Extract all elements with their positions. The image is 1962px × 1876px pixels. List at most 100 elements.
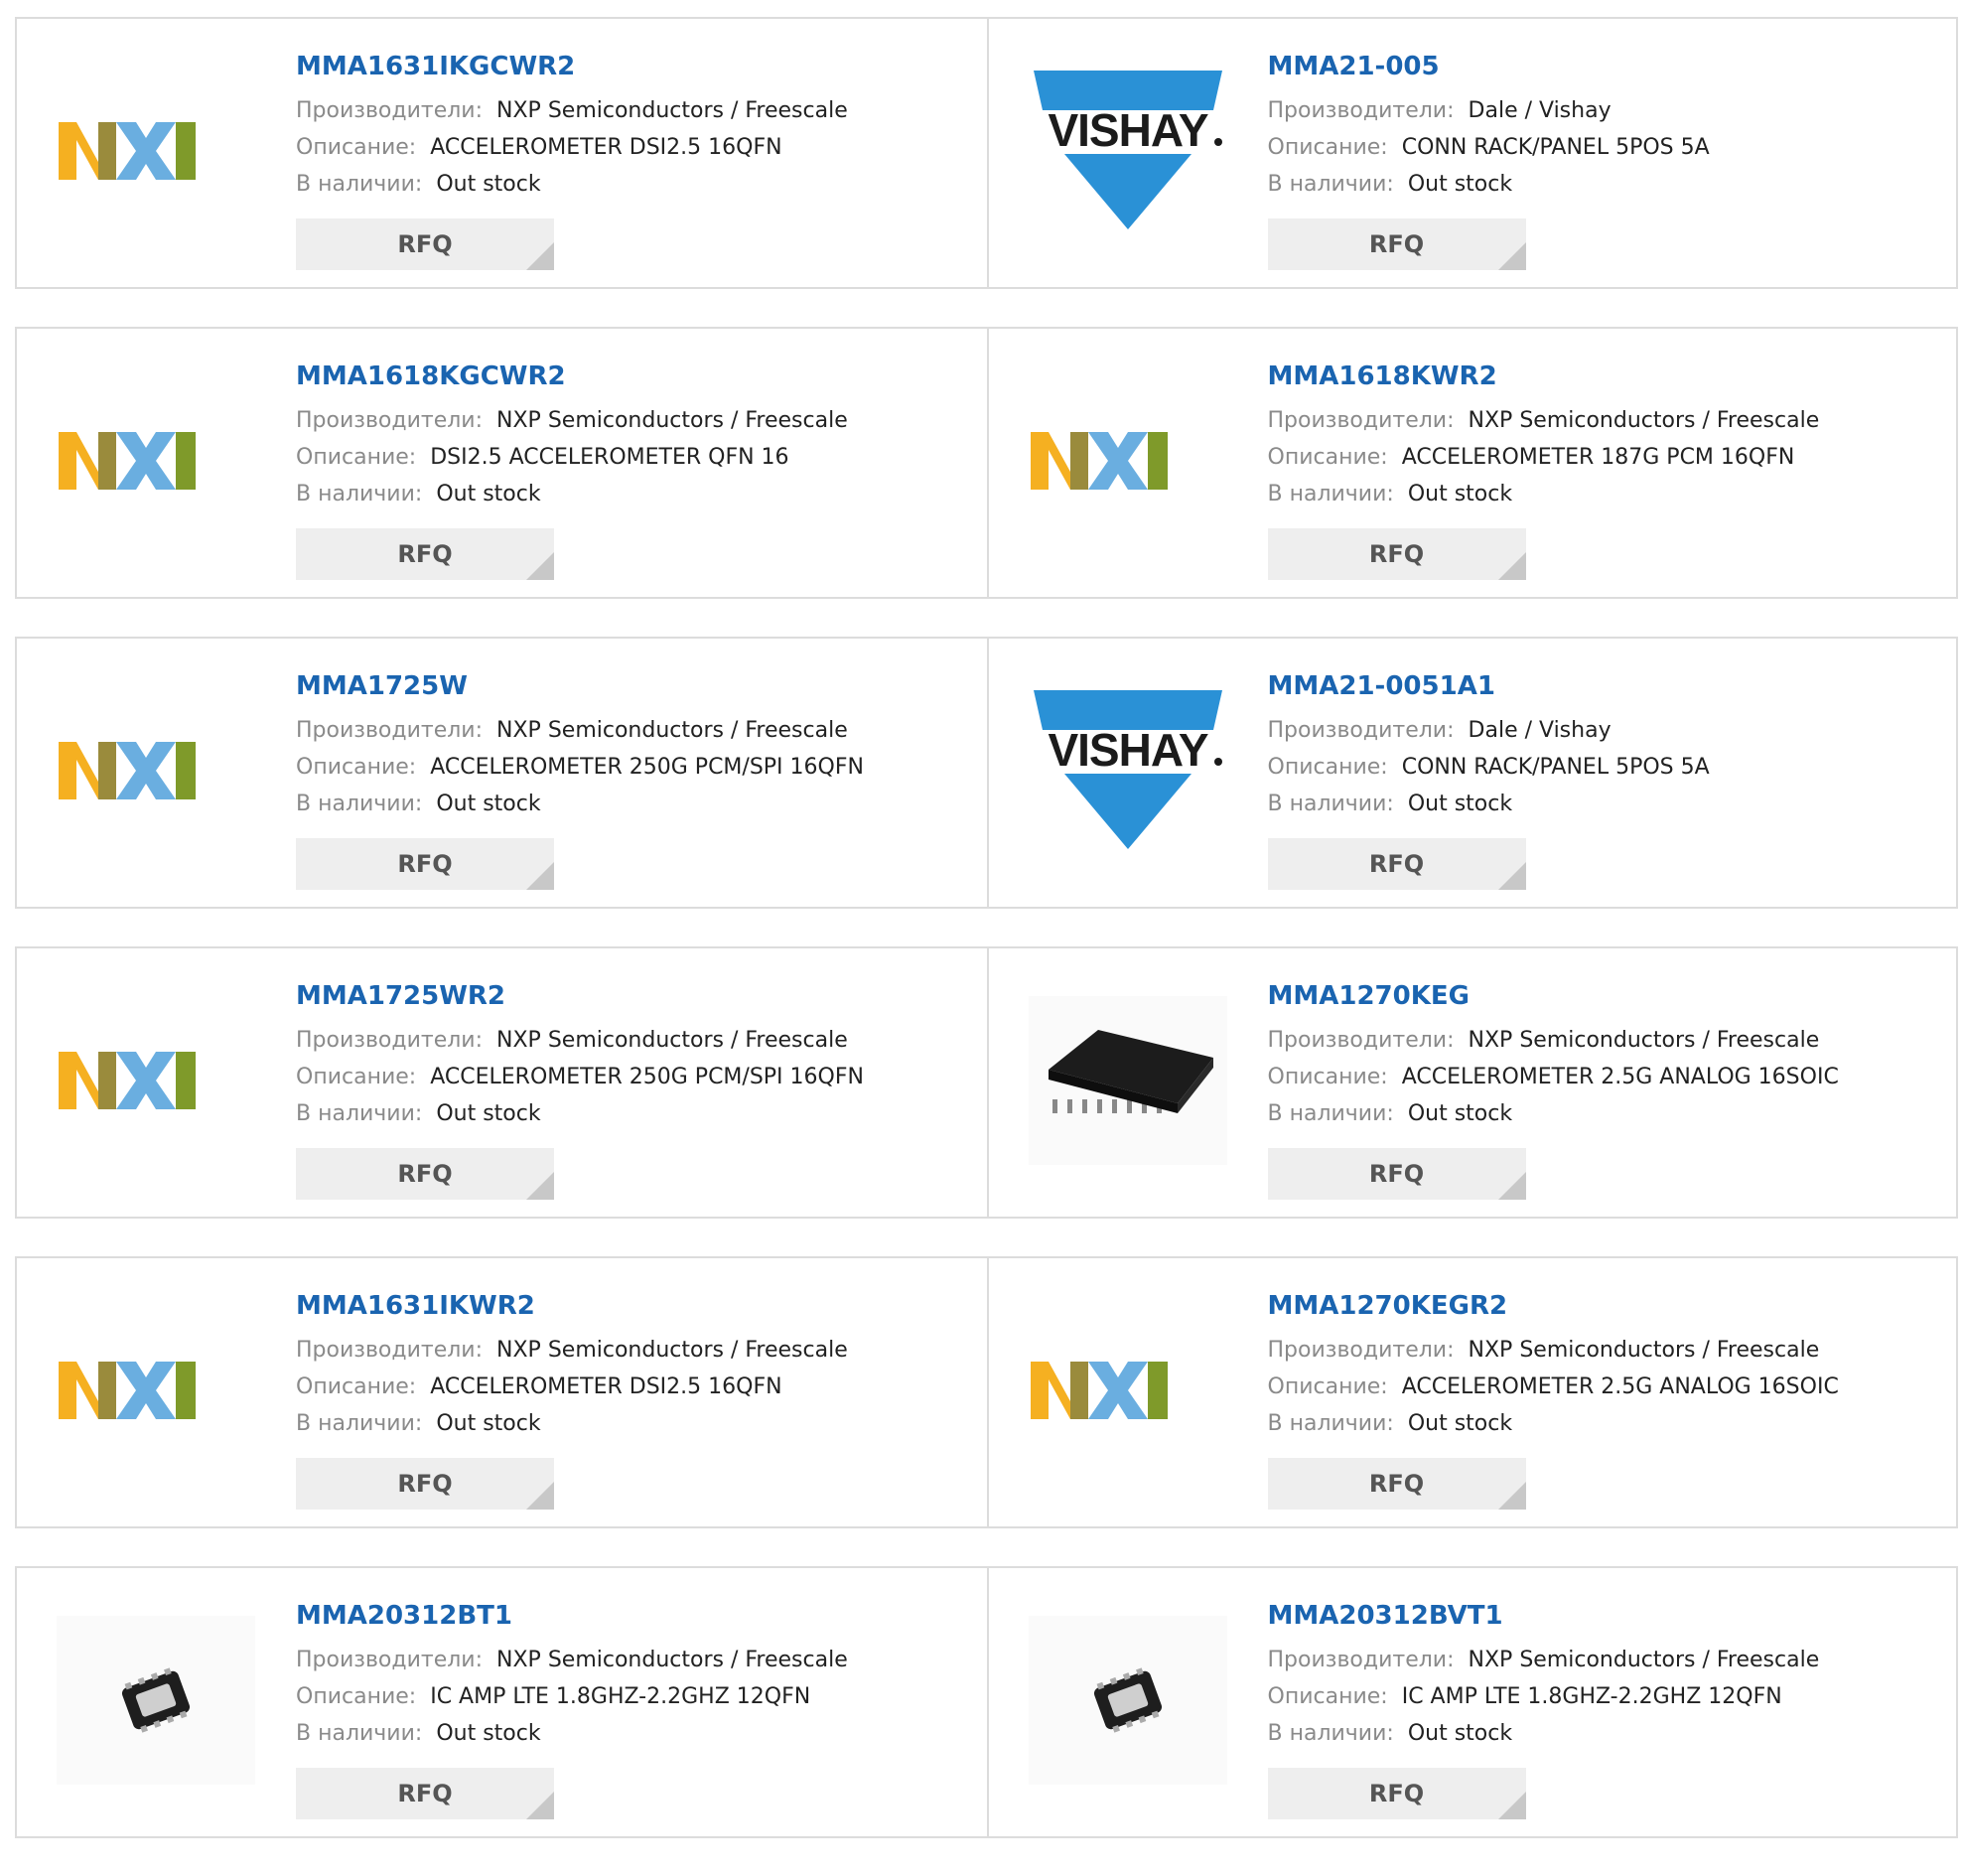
product-image[interactable] [1028,996,1227,1165]
manufacturer-label: Производители: [1267,718,1455,743]
stock-line: В наличии: Out stock [296,1715,977,1752]
manufacturer-logo[interactable] [57,376,255,545]
description-line: Описание: ACCELEROMETER 2.5G ANALOG 16SOI… [1268,1369,1947,1405]
stock-line: В наличии: Out stock [296,1095,977,1132]
nxp-logo-icon [59,1052,253,1109]
product-info: MMA1631IKWR2 Производители: NXP Semicondu… [296,1288,977,1510]
product-row: MMA1725W Производители: NXP Semiconductor… [15,637,1958,909]
product-card: MMA1725W Производители: NXP Semiconductor… [17,639,987,907]
description-value: ACCELEROMETER 250G PCM/SPI 16QFN [430,1065,864,1089]
description-value: IC AMP LTE 1.8GHZ-2.2GHZ 12QFN [1401,1684,1782,1709]
manufacturer-logo[interactable] [57,686,255,855]
description-label: Описание: [296,1374,417,1399]
corner-triangle-icon [526,242,554,270]
description-label: Описание: [1267,755,1388,780]
description-value: ACCELEROMETER 2.5G ANALOG 16SOIC [1401,1065,1839,1089]
manufacturer-logo[interactable] [57,996,255,1165]
rfq-button[interactable]: RFQ [1267,218,1526,270]
part-number-link[interactable]: MMA1631IKWR2 [296,1288,977,1324]
manufacturer-logo[interactable] [57,1306,255,1475]
soic-chip-icon [1028,996,1227,1165]
manufacturer-logo[interactable] [1029,376,1227,545]
stock-line: В наличии: Out stock [296,1405,977,1442]
rfq-button[interactable]: RFQ [296,838,554,890]
part-number-link[interactable]: MMA20312BT1 [296,1598,977,1634]
rfq-button[interactable]: RFQ [296,1768,554,1819]
manufacturer-label: Производители: [296,1338,484,1363]
nxp-logo-icon [59,432,253,490]
product-info: MMA1618KGCWR2 Производители: NXP Semicond… [296,359,977,580]
product-card: VISHAY MMA21-005 Производители: Dale / Vi… [986,19,1957,287]
rfq-button[interactable]: RFQ [296,1458,554,1510]
product-image[interactable] [1028,1616,1227,1785]
rfq-button-label: RFQ [1368,1160,1425,1188]
stock-value: Out stock [1407,482,1513,506]
description-line: Описание: ACCELEROMETER DSI2.5 16QFN [296,129,977,166]
rfq-button[interactable]: RFQ [296,218,554,270]
stock-value: Out stock [436,1721,541,1746]
manufacturer-line: Производители: NXP Semiconductors / Frees… [296,712,977,749]
rfq-button[interactable]: RFQ [1267,1458,1526,1510]
part-number-link[interactable]: MMA1631IKGCWR2 [296,49,977,84]
stock-label: В наличии: [1267,792,1394,816]
rfq-button[interactable]: RFQ [1267,1148,1526,1200]
manufacturer-value: NXP Semiconductors / Freescale [496,718,848,743]
stock-value: Out stock [1407,172,1513,197]
part-number-link[interactable]: MMA1270KEGR2 [1268,1288,1947,1324]
part-number-link[interactable]: MMA21-005 [1268,49,1947,84]
description-value: ACCELEROMETER 2.5G ANALOG 16SOIC [1401,1374,1839,1399]
manufacturer-label: Производители: [296,718,484,743]
product-image[interactable] [57,1616,255,1785]
description-value: ACCELEROMETER 187G PCM 16QFN [1401,445,1795,470]
part-number-link[interactable]: MMA1270KEG [1268,978,1947,1014]
product-info: MMA1631IKGCWR2 Производители: NXP Semicon… [296,49,977,270]
product-row: MMA1631IKWR2 Производители: NXP Semicondu… [15,1256,1958,1528]
rfq-button-label: RFQ [397,850,453,878]
stock-label: В наличии: [296,172,423,197]
stock-line: В наличии: Out stock [1268,1715,1947,1752]
qfn-chip-icon [1028,1616,1227,1785]
description-label: Описание: [1267,1065,1388,1089]
rfq-button[interactable]: RFQ [1267,528,1526,580]
description-label: Описание: [296,135,417,160]
part-number-link[interactable]: MMA1618KGCWR2 [296,359,977,394]
rfq-button[interactable]: RFQ [1267,838,1526,890]
rfq-button-label: RFQ [397,1470,453,1498]
manufacturer-label: Производители: [1267,1028,1455,1053]
description-label: Описание: [296,445,417,470]
rfq-button-label: RFQ [397,230,453,258]
manufacturer-line: Производители: NXP Semiconductors / Frees… [1268,1332,1947,1369]
corner-triangle-icon [1497,1172,1526,1200]
part-number-link[interactable]: MMA1725WR2 [296,978,977,1014]
corner-triangle-icon [526,552,554,580]
part-number-link[interactable]: MMA20312BVT1 [1268,1598,1947,1634]
description-value: CONN RACK/PANEL 5POS 5A [1401,135,1710,160]
manufacturer-logo[interactable] [57,67,255,235]
rfq-button-label: RFQ [1368,1470,1425,1498]
description-line: Описание: CONN RACK/PANEL 5POS 5A [1268,749,1947,786]
stock-value: Out stock [1407,1411,1513,1436]
stock-line: В наличии: Out stock [1268,166,1947,203]
stock-value: Out stock [436,792,541,816]
rfq-button[interactable]: RFQ [1267,1768,1526,1819]
corner-triangle-icon [526,1482,554,1510]
corner-triangle-icon [1497,1792,1526,1819]
manufacturer-label: Производители: [296,1648,484,1672]
part-number-link[interactable]: MMA21-0051A1 [1268,668,1947,704]
rfq-button[interactable]: RFQ [296,528,554,580]
part-number-link[interactable]: MMA1618KWR2 [1268,359,1947,394]
product-info: MMA1725WR2 Производители: NXP Semiconduct… [296,978,977,1200]
part-number-link[interactable]: MMA1725W [296,668,977,704]
qfn-chip-icon [57,1616,255,1785]
product-card: MMA1618KGCWR2 Производители: NXP Semicond… [17,329,987,597]
corner-triangle-icon [1497,1482,1526,1510]
manufacturer-logo[interactable]: VISHAY [1029,686,1227,855]
stock-label: В наличии: [296,792,423,816]
manufacturer-line: Производители: NXP Semiconductors / Frees… [296,1642,977,1678]
manufacturer-logo[interactable] [1029,1306,1227,1475]
rfq-button[interactable]: RFQ [296,1148,554,1200]
manufacturer-value: NXP Semiconductors / Freescale [496,1648,848,1672]
manufacturer-line: Производители: Dale / Vishay [1268,92,1947,129]
manufacturer-logo[interactable]: VISHAY [1029,67,1227,235]
stock-value: Out stock [1407,792,1513,816]
